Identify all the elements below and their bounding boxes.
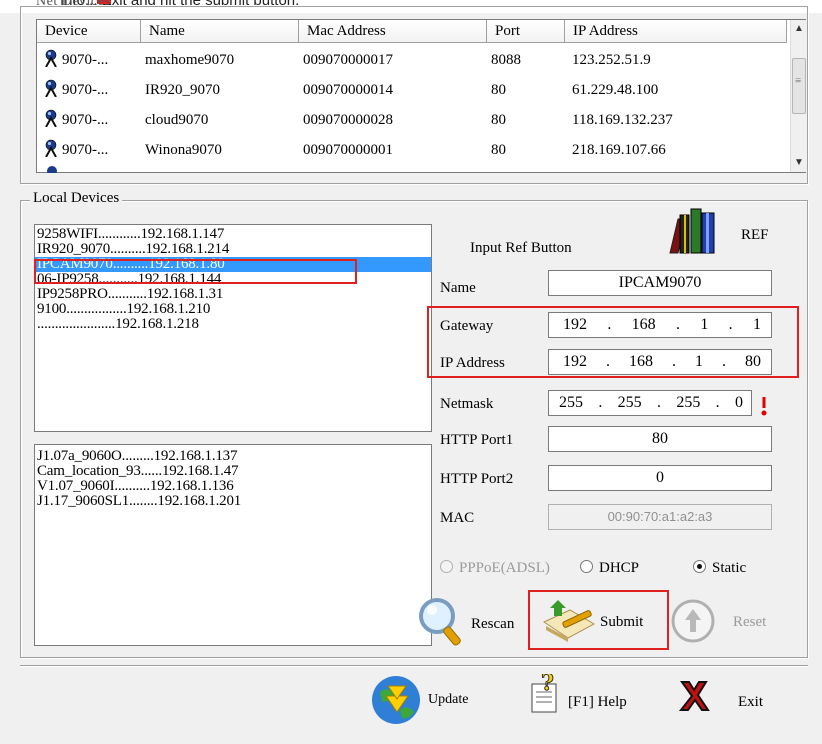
column-header-port[interactable]: Port xyxy=(487,20,565,43)
local-devices-list-bottom[interactable]: J1.07a_9060O.........192.168.1.137 Cam_lo… xyxy=(34,444,432,646)
radio-pppoe-circle[interactable] xyxy=(440,560,453,573)
list-item[interactable]: V1.07_9060I..........192.168.1.136 xyxy=(35,479,431,494)
radio-pppoe[interactable]: PPPoE(ADSL) xyxy=(440,560,550,577)
netmask-label: Netmask xyxy=(440,396,494,412)
globe-update-icon xyxy=(370,672,424,733)
netmask-error-icon xyxy=(760,397,768,417)
cell-port: 80 xyxy=(491,142,506,158)
reset-label: Reset xyxy=(733,614,767,630)
device-icon xyxy=(43,165,61,173)
mac-label: MAC xyxy=(440,510,475,526)
scroll-up-icon[interactable]: ▲ xyxy=(791,20,807,38)
ip-address-field[interactable]: 192. 168. 1. 80 xyxy=(548,349,772,375)
update-label: Update xyxy=(428,692,469,707)
scroll-down-icon[interactable]: ▼ xyxy=(791,154,807,172)
help-document-icon: ? xyxy=(528,670,562,719)
input-ref-label: Input Ref Button xyxy=(470,240,572,256)
http-port1-label: HTTP Port1 xyxy=(440,432,514,448)
cell-ip: 61.229.48.100 xyxy=(572,82,659,98)
column-header-ip[interactable]: IP Address xyxy=(565,20,787,43)
scroll-thumb[interactable] xyxy=(792,58,806,114)
exit-x-icon xyxy=(674,676,714,721)
books-ref-icon[interactable] xyxy=(664,205,724,257)
cell-device: 9070-... xyxy=(43,45,108,75)
cell-name: IR920_9070 xyxy=(145,82,220,98)
exit-button[interactable]: Exit xyxy=(674,672,784,728)
cell-ip: 118.169.132.237 xyxy=(572,112,673,128)
column-header-mac[interactable]: Mac Address xyxy=(299,20,487,43)
list-item[interactable]: 9100.................192.168.1.210 xyxy=(35,302,431,317)
cell-mac: 009070000017 xyxy=(303,52,393,68)
local-devices-list-top[interactable]: 9258WIFI............192.168.1.147 IR920_9… xyxy=(34,224,432,432)
gateway-label: Gateway xyxy=(440,318,494,334)
net-devices-table[interactable]: Device Name Mac Address Port IP Address … xyxy=(36,19,806,173)
name-label: Name xyxy=(440,280,476,296)
list-item[interactable]: 9258WIFI............192.168.1.147 xyxy=(35,227,431,242)
cell-port: 80 xyxy=(491,82,506,98)
cell-name: maxhome9070 xyxy=(145,52,235,68)
column-header-name[interactable]: Name xyxy=(141,20,299,43)
reset-button[interactable]: Reset xyxy=(670,598,780,644)
magnifier-icon xyxy=(417,596,467,657)
device-icon xyxy=(43,108,61,128)
cell-device: 9070-... xyxy=(43,75,108,105)
cell-name: Winona9070 xyxy=(145,142,222,158)
netmask-field[interactable]: 255. 255. 255. 0 xyxy=(548,390,752,416)
table-row[interactable]: 9070-... maxhome9070 009070000017 8088 123.2… xyxy=(37,45,787,75)
reset-up-arrow-icon xyxy=(670,598,716,649)
http-port2-field[interactable]: 0 xyxy=(548,465,772,491)
help-label: [F1] Help xyxy=(568,694,627,710)
cell-device: 9070-... xyxy=(43,105,108,135)
list-item[interactable]: ......................192.168.1.218 xyxy=(35,317,431,332)
list-item[interactable]: J1.07a_9060O.........192.168.1.137 xyxy=(35,449,431,464)
device-icon xyxy=(43,48,61,68)
cell-name: cloud9070 xyxy=(145,112,209,128)
table-header: Device Name Mac Address Port IP Address xyxy=(37,20,787,43)
list-item[interactable]: IP9258PRO...........192.168.1.31 xyxy=(35,287,431,302)
radio-static[interactable]: Static xyxy=(693,560,746,577)
mac-field: 00:90:70:a1:a2:a3 xyxy=(548,504,772,530)
gateway-field[interactable]: 192. 168. 1. 1 xyxy=(548,312,772,338)
table-row-partial[interactable] xyxy=(37,165,787,173)
cell-port: 80 xyxy=(491,112,506,128)
list-item[interactable]: IR920_9070..........192.168.1.214 xyxy=(35,242,431,257)
radio-dhcp-circle[interactable] xyxy=(580,560,593,573)
name-field[interactable]: IPCAM9070 xyxy=(548,270,772,296)
cell-mac: 009070000028 xyxy=(303,112,393,128)
table-row[interactable]: 9070-... Winona9070 009070000001 80 218.169.… xyxy=(37,135,787,165)
local-devices-title: Local Devices xyxy=(30,190,123,207)
submit-button[interactable]: Submit xyxy=(536,596,660,644)
radio-dhcp[interactable]: DHCP xyxy=(580,560,639,577)
http-port2-label: HTTP Port2 xyxy=(440,471,514,487)
exit-label: Exit xyxy=(738,694,763,710)
cell-ip: 123.252.51.9 xyxy=(572,52,651,68)
ref-label: REF xyxy=(741,227,769,243)
selected-device-highlight xyxy=(34,259,357,284)
svg-text:?: ? xyxy=(541,674,554,696)
rescan-label: Rescan xyxy=(471,616,515,632)
ip-address-label: IP Address xyxy=(440,355,505,371)
radio-static-circle[interactable] xyxy=(693,560,706,573)
device-icon xyxy=(43,78,61,98)
table-row[interactable]: 9070-... IR920_9070 009070000014 80 61.229.4… xyxy=(37,75,787,105)
http-port1-field[interactable]: 80 xyxy=(548,426,772,452)
rescan-button[interactable]: Rescan xyxy=(413,596,529,652)
list-item[interactable]: Cam_location_93......192.168.1.47 xyxy=(35,464,431,479)
table-vertical-scrollbar[interactable]: ▲ ▼ xyxy=(790,20,806,172)
bottom-separator xyxy=(20,665,808,667)
cell-mac: 009070000014 xyxy=(303,82,393,98)
table-row[interactable]: 9070-... cloud9070 009070000028 80 118.169.1… xyxy=(37,105,787,135)
update-button[interactable]: Update xyxy=(370,672,480,728)
cell-mac: 009070000001 xyxy=(303,142,393,158)
device-icon xyxy=(43,138,61,158)
cell-ip: 218.169.107.66 xyxy=(572,142,666,158)
cell-device: 9070-... xyxy=(43,135,108,165)
help-button[interactable]: ? [F1] Help xyxy=(528,670,648,728)
cell-port: 8088 xyxy=(491,52,521,68)
column-header-device[interactable]: Device xyxy=(37,20,141,43)
list-item[interactable]: J1.17_9060SL1........192.168.1.201 xyxy=(35,494,431,509)
submit-label: Submit xyxy=(600,614,644,630)
submit-pen-icon xyxy=(540,598,600,647)
